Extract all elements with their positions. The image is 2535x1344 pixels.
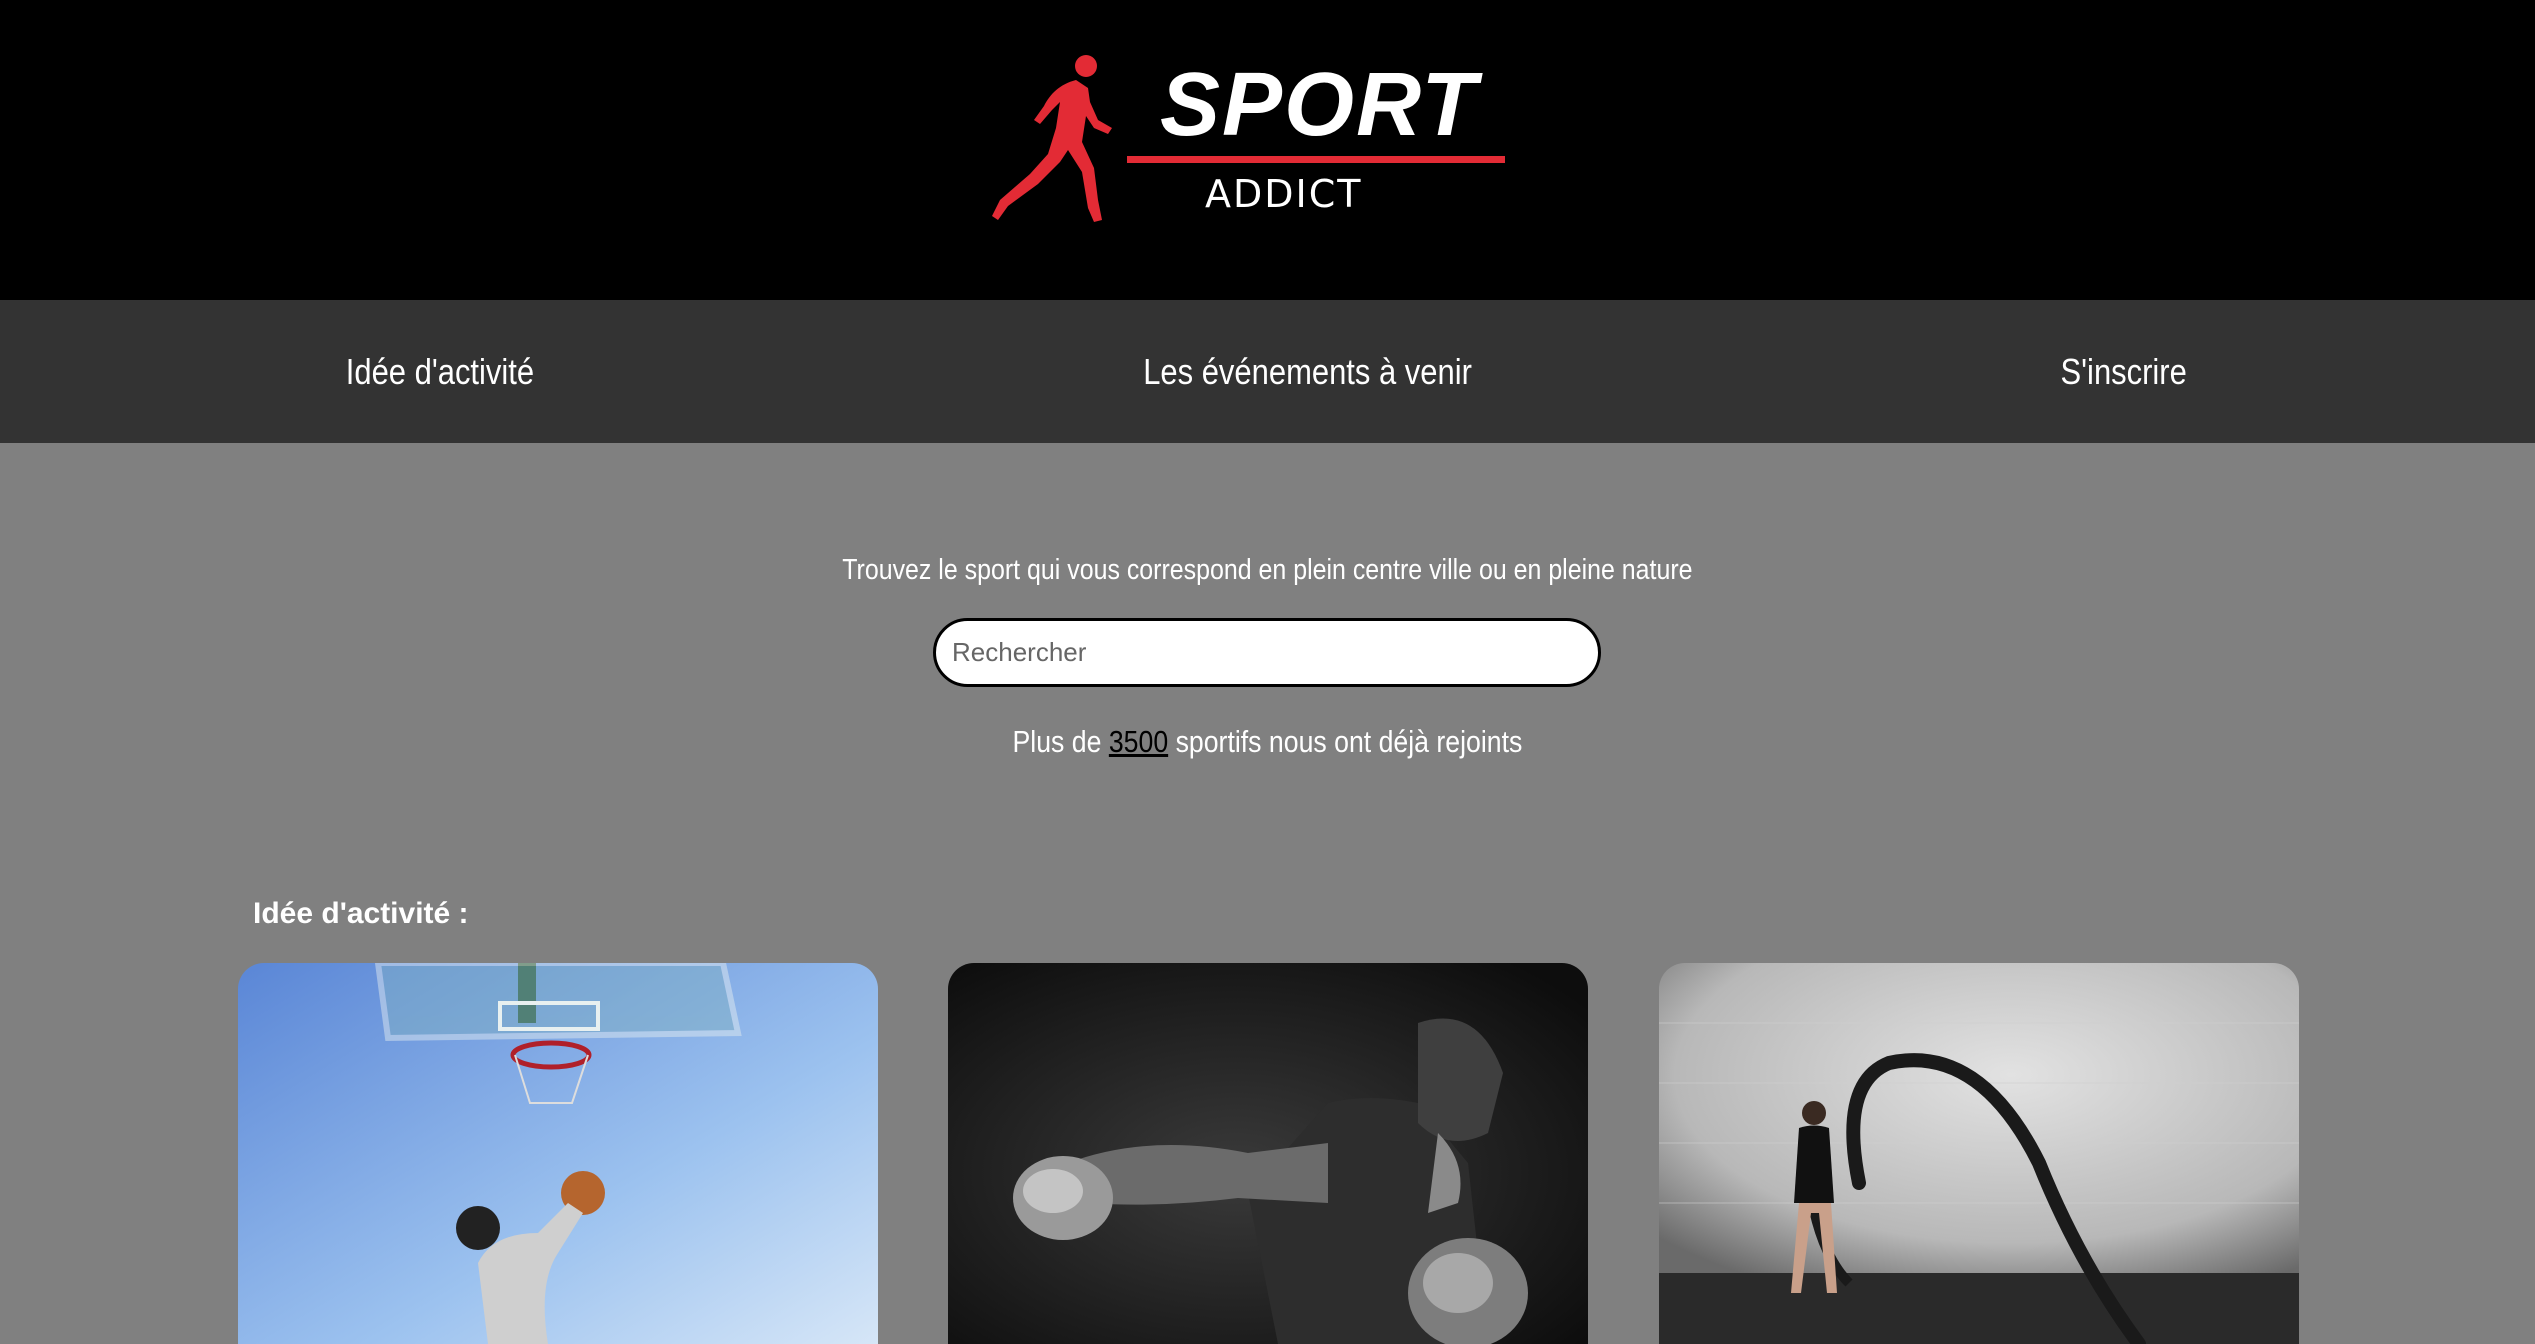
member-count-suffix: sportifs nous ont déjà rejoints [1175, 724, 1523, 759]
search-input[interactable] [933, 618, 1601, 687]
nav-item-signup[interactable]: S'inscrire [2061, 346, 2190, 398]
activities-section-title: Idée d'activité : [253, 897, 469, 930]
member-count: Plus de 3500 sportifs nous ont déjà rejo… [0, 720, 2535, 764]
hero-tagline: Trouvez le sport qui vous correspond en … [0, 550, 2535, 590]
member-count-value[interactable]: 3500 [1109, 724, 1168, 759]
runner-icon [992, 55, 1112, 222]
site-logo[interactable]: SPORT ADDICT [990, 50, 1510, 230]
boxing-photo [948, 963, 1588, 1344]
member-count-prefix: Plus de [1012, 724, 1102, 759]
nav-item-activity-ideas[interactable]: Idée d'activité [346, 346, 540, 398]
main-nav: Idée d'activité Les événements à venir S… [0, 300, 2535, 443]
logo-divider [1127, 156, 1505, 163]
basketball-photo [238, 963, 878, 1344]
hero-tagline-text: Trouvez le sport qui vous correspond en … [842, 554, 1693, 586]
battle-ropes-photo [1659, 963, 2299, 1344]
logo-wordmark: SPORT [1160, 55, 1479, 155]
logo-subtitle: ADDICT [1205, 172, 1363, 216]
activity-card-basketball[interactable] [238, 963, 878, 1344]
activity-card-boxing[interactable] [948, 963, 1588, 1344]
nav-item-upcoming-events[interactable]: Les événements à venir [1143, 346, 1472, 398]
site-header: SPORT ADDICT [0, 0, 2535, 300]
activity-card-battle-ropes[interactable] [1659, 963, 2299, 1344]
